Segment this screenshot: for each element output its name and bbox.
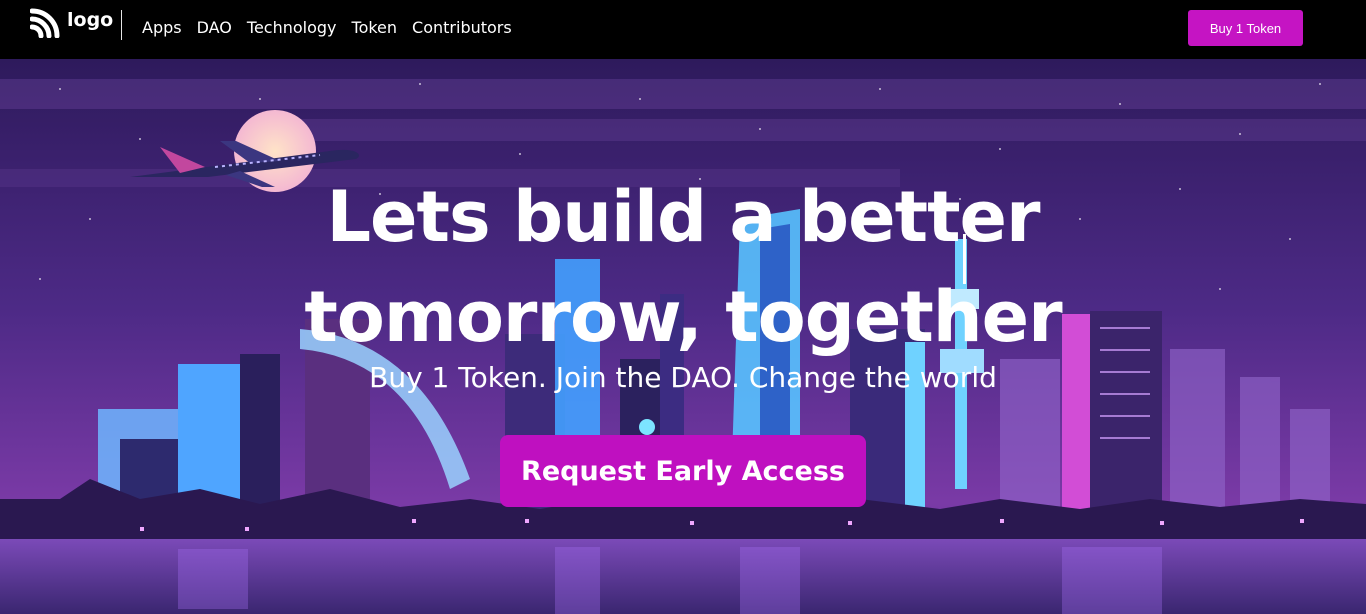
hero-subtitle: Buy 1 Token. Join the DAO. Change the wo… — [369, 361, 997, 394]
logo[interactable]: logo — [30, 8, 113, 38]
top-navbar: logo Apps DAO Technology Token Contribut… — [0, 0, 1366, 59]
hero-section: Lets build a better tomorrow, together B… — [0, 59, 1366, 614]
nav-link-technology[interactable]: Technology — [247, 18, 337, 37]
buy-token-button[interactable]: Buy 1 Token — [1188, 10, 1303, 46]
hero-title: Lets build a better tomorrow, together — [0, 167, 1366, 367]
nav-link-contributors[interactable]: Contributors — [412, 18, 512, 37]
nav-links: Apps DAO Technology Token Contributors — [142, 0, 512, 55]
nav-link-apps[interactable]: Apps — [142, 18, 182, 37]
hero-title-line1: Lets build a better — [326, 176, 1040, 258]
nav-link-dao[interactable]: DAO — [197, 18, 232, 37]
request-early-access-button[interactable]: Request Early Access — [500, 435, 866, 507]
logo-text: logo — [67, 9, 114, 31]
nav-divider — [121, 10, 122, 40]
hero-title-line2: tomorrow, together — [304, 276, 1062, 358]
nav-link-token[interactable]: Token — [352, 18, 398, 37]
rss-logo-icon — [30, 8, 60, 38]
